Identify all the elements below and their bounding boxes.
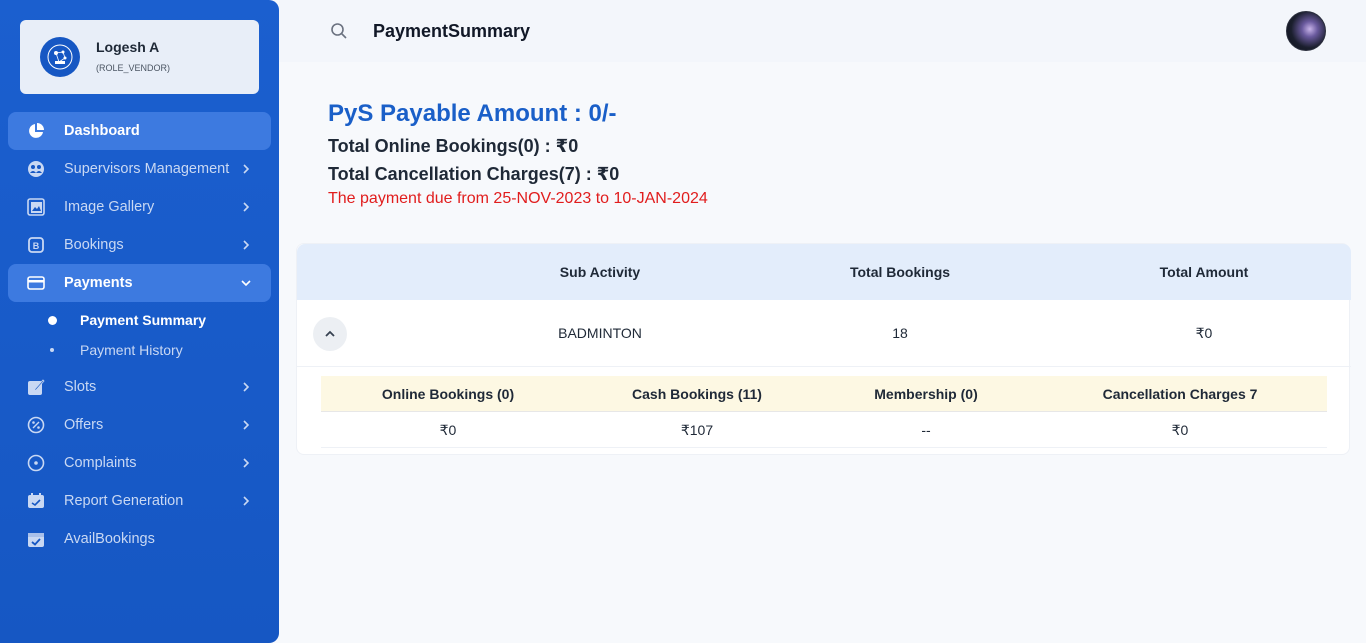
- booking-breakdown-table: Online Bookings (0) Cash Bookings (11) M…: [321, 376, 1327, 448]
- booking-icon: B: [27, 236, 45, 254]
- chevron-right-icon: [243, 458, 250, 468]
- bullet-dot-icon: [50, 348, 54, 352]
- chevron-right-icon: [243, 164, 250, 174]
- gallery-icon: [27, 198, 45, 216]
- sidebar-item-label: Offers: [64, 417, 104, 433]
- cell-total-amount: ₹0: [1195, 325, 1213, 341]
- chevron-right-icon: [243, 496, 250, 506]
- chevron-right-icon: [243, 420, 250, 430]
- user-role: (ROLE_VENDOR): [96, 63, 171, 73]
- pie-chart-icon: [27, 122, 45, 140]
- chevron-down-icon: [241, 280, 251, 287]
- sidebar-item-label: Complaints: [64, 455, 137, 471]
- breakdown-cell-cash: ₹107: [680, 422, 714, 438]
- breakdown-header-cash: Cash Bookings (11): [632, 386, 762, 402]
- sidebar-item-report-generation[interactable]: Report Generation: [8, 482, 271, 520]
- sidebar-item-label: Supervisors Management: [64, 161, 230, 177]
- user-card[interactable]: Logesh A (ROLE_VENDOR): [20, 20, 259, 94]
- sidebar-item-offers[interactable]: Offers: [8, 406, 271, 444]
- sidebar-item-slots[interactable]: Slots: [8, 368, 271, 406]
- top-bar: PaymentSummary: [279, 0, 1366, 62]
- breakdown-cell-online: ₹0: [439, 422, 457, 438]
- breakdown-cell-membership: --: [921, 422, 931, 438]
- user-name: Logesh A: [96, 39, 160, 55]
- sidebar-item-complaints[interactable]: Complaints: [8, 444, 271, 482]
- sidebar-subitem-payment-summary[interactable]: Payment Summary: [8, 305, 271, 335]
- collapse-row-button[interactable]: [313, 317, 347, 351]
- sidebar-item-bookings[interactable]: B Bookings: [8, 226, 271, 264]
- total-online-bookings: Total Online Bookings(0) : ₹0: [328, 136, 579, 156]
- column-header-total-bookings: Total Bookings: [849, 264, 951, 280]
- users-group-icon: [27, 160, 45, 178]
- payments-submenu: Payment Summary Payment History: [8, 302, 271, 368]
- bullet-dot-icon: [48, 316, 57, 325]
- total-cancellation-charges: Total Cancellation Charges(7) : ₹0: [328, 164, 620, 184]
- chevron-right-icon: [243, 382, 250, 392]
- chevron-right-icon: [243, 240, 250, 250]
- table-row[interactable]: BADMINTON 18 ₹0: [297, 300, 1351, 367]
- payable-amount: PyS Payable Amount : 0/-: [328, 100, 617, 127]
- sidebar-item-availbookings[interactable]: AvailBookings: [8, 520, 271, 558]
- breakdown-cell-cancellation: ₹0: [1171, 422, 1189, 438]
- sidebar-item-label: Slots: [64, 379, 97, 395]
- sidebar-item-label: Bookings: [64, 237, 124, 253]
- sidebar-item-dashboard[interactable]: Dashboard: [8, 112, 271, 150]
- cell-total-bookings: 18: [892, 325, 908, 341]
- table-header: Sub Activity Total Bookings Total Amount: [297, 244, 1351, 300]
- sidebar-item-label: Payments: [64, 275, 133, 291]
- chevron-right-icon: [243, 202, 250, 212]
- svg-text:B: B: [33, 241, 40, 251]
- breakdown-row: ₹0 ₹107 -- ₹0: [321, 412, 1327, 448]
- payment-due-range: The payment due from 25-NOV-2023 to 10-J…: [328, 190, 708, 207]
- calendar-check-icon: [27, 530, 45, 548]
- sidebar-item-label: Image Gallery: [64, 199, 155, 215]
- payment-summary-table: Sub Activity Total Bookings Total Amount…: [296, 243, 1351, 455]
- edit-calendar-icon: [27, 378, 45, 396]
- breakdown-header-membership: Membership (0): [874, 386, 978, 402]
- sidebar-item-payments[interactable]: Payments: [8, 264, 271, 302]
- breakdown-header: Online Bookings (0) Cash Bookings (11) M…: [321, 376, 1327, 412]
- page-title: PaymentSummary: [373, 21, 531, 41]
- breakdown-header-cancellation: Cancellation Charges 7: [1102, 386, 1258, 402]
- chevron-up-icon: [325, 330, 335, 337]
- column-header-total-amount: Total Amount: [1159, 264, 1249, 280]
- sidebar-item-image-gallery[interactable]: Image Gallery: [8, 188, 271, 226]
- search-icon[interactable]: [330, 22, 348, 40]
- sidebar-subitem-label: Payment Summary: [80, 312, 207, 328]
- sidebar-subitem-label: Payment History: [80, 342, 183, 358]
- sidebar-item-label: AvailBookings: [64, 531, 155, 547]
- sidebar-subitem-payment-history[interactable]: Payment History: [8, 335, 271, 365]
- sidebar-item-supervisors-management[interactable]: Supervisors Management: [8, 150, 271, 188]
- report-calendar-icon: [27, 492, 45, 510]
- breakdown-header-online: Online Bookings (0): [381, 386, 515, 402]
- column-header-sub-activity: Sub Activity: [559, 264, 641, 280]
- complaint-circle-icon: [27, 454, 45, 472]
- sidebar-item-label: Dashboard: [64, 123, 140, 139]
- vendor-logo-avatar: [40, 37, 80, 77]
- offer-badge-icon: [27, 416, 45, 434]
- sidebar-item-label: Report Generation: [64, 493, 184, 509]
- sidebar: Logesh A (ROLE_VENDOR) Dashboard Supervi…: [0, 0, 279, 643]
- profile-avatar[interactable]: [1286, 11, 1326, 51]
- cell-sub-activity: BADMINTON: [558, 325, 642, 341]
- credit-card-icon: [27, 274, 45, 292]
- sidebar-menu: Dashboard Supervisors Management Image G…: [8, 112, 271, 558]
